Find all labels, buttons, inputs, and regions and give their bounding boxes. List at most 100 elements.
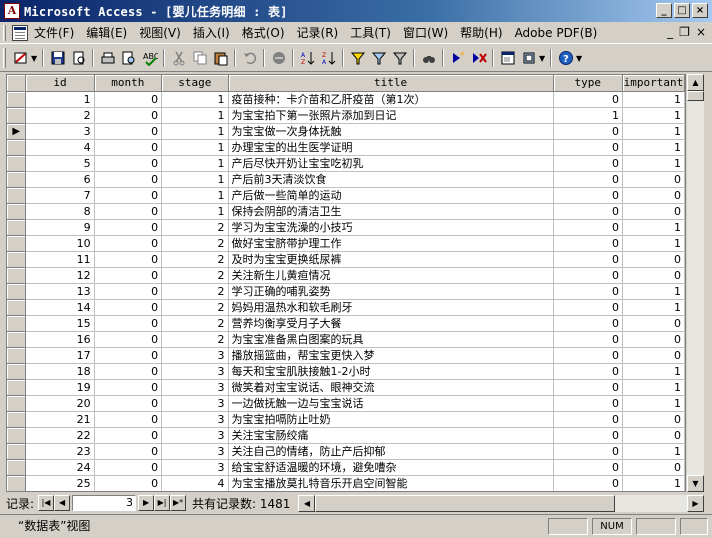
cell-important[interactable]: 0	[622, 411, 685, 428]
cell-important[interactable]: 1	[622, 91, 685, 108]
cell-id[interactable]: 6	[25, 171, 95, 188]
cell-type[interactable]: 0	[553, 139, 623, 156]
cell-stage[interactable]: 2	[161, 283, 229, 300]
cell-month[interactable]: 0	[94, 347, 163, 364]
cell-id[interactable]: 10	[25, 235, 95, 252]
cell-important[interactable]: 0	[622, 459, 685, 476]
record-selector[interactable]	[7, 443, 27, 460]
sort-descending-icon[interactable]: ZA	[318, 48, 339, 69]
cell-stage[interactable]: 2	[161, 331, 229, 348]
cell-stage[interactable]: 2	[161, 315, 229, 332]
cell-important[interactable]: 0	[622, 171, 685, 188]
spelling-icon[interactable]: ABC	[139, 48, 160, 69]
cell-stage[interactable]: 1	[161, 171, 229, 188]
cell-id[interactable]: 5	[25, 155, 95, 172]
new-record-icon[interactable]: *	[447, 48, 468, 69]
column-header-month[interactable]: month	[94, 75, 163, 92]
cell-type[interactable]: 0	[553, 187, 623, 204]
cell-title[interactable]: 产后做一些简单的运动	[228, 187, 554, 204]
sort-ascending-icon[interactable]: AZ	[297, 48, 318, 69]
table-row[interactable]: 25 0 4 为宝宝播放莫扎特音乐开启空间智能 0 1	[7, 475, 685, 491]
record-selector[interactable]	[7, 411, 27, 428]
table-row[interactable]: 16 0 2 为宝宝准备黑白图案的玩具 0 0	[7, 331, 685, 348]
cell-important[interactable]: 1	[622, 283, 685, 300]
table-row[interactable]: 17 0 3 播放摇篮曲，帮宝宝更快入梦 0 0	[7, 347, 685, 364]
toolbar-options-icon[interactable]: ▼	[576, 54, 584, 63]
table-row[interactable]: 2 0 1 为宝宝拍下第一张照片添加到日记 1 1	[7, 107, 685, 124]
scroll-up-icon[interactable]: ▲	[687, 74, 704, 91]
cell-month[interactable]: 0	[94, 123, 163, 140]
scroll-right-icon[interactable]: ▶	[687, 494, 704, 512]
cell-month[interactable]: 0	[94, 235, 163, 252]
cell-stage[interactable]: 1	[161, 123, 229, 140]
cell-type[interactable]: 0	[553, 251, 623, 268]
cell-type[interactable]: 0	[553, 379, 623, 396]
cell-stage[interactable]: 3	[161, 443, 229, 460]
cell-title[interactable]: 为宝宝拍下第一张照片添加到日记	[228, 107, 554, 124]
table-row[interactable]: 8 0 1 保持会阴部的清洁卫生 0 0	[7, 203, 685, 220]
record-selector[interactable]	[7, 379, 27, 396]
table-row[interactable]: 19 0 3 微笑着对宝宝说话、眼神交流 0 1	[7, 379, 685, 396]
cell-type[interactable]: 0	[553, 331, 623, 348]
cell-type[interactable]: 0	[553, 235, 623, 252]
cell-type[interactable]: 0	[553, 203, 623, 220]
table-row[interactable]: 4 0 1 办理宝宝的出生医学证明 0 1	[7, 139, 685, 156]
cell-title[interactable]: 为宝宝播放莫扎特音乐开启空间智能	[228, 475, 554, 491]
cell-type[interactable]: 0	[553, 267, 623, 284]
select-all-cell[interactable]	[7, 75, 27, 92]
menu-help[interactable]: 帮助(H)	[454, 24, 508, 42]
record-selector[interactable]	[7, 283, 27, 300]
table-row[interactable]: 10 0 2 做好宝宝脐带护理工作 0 1	[7, 235, 685, 252]
cell-title[interactable]: 一边做抚触一边与宝宝说话	[228, 395, 554, 412]
column-header-title[interactable]: title	[228, 75, 554, 92]
column-header-type[interactable]: type	[553, 75, 623, 92]
cell-important[interactable]: 1	[622, 299, 685, 316]
cell-stage[interactable]: 2	[161, 299, 229, 316]
record-selector[interactable]	[7, 299, 27, 316]
cell-id[interactable]: 7	[25, 187, 95, 204]
cell-month[interactable]: 0	[94, 251, 163, 268]
record-number-input[interactable]: 3	[72, 495, 137, 511]
cell-type[interactable]: 0	[553, 283, 623, 300]
insert-hyperlink-icon[interactable]	[268, 48, 289, 69]
vertical-scroll-thumb[interactable]	[687, 91, 704, 101]
cell-month[interactable]: 0	[94, 203, 163, 220]
copy-icon[interactable]	[189, 48, 210, 69]
table-row[interactable]: 13 0 2 学习正确的哺乳姿势 0 1	[7, 283, 685, 300]
cell-important[interactable]: 0	[622, 315, 685, 332]
cell-id[interactable]: 19	[25, 379, 95, 396]
undo-icon[interactable]	[239, 48, 260, 69]
doc-minimize-button[interactable]: _	[667, 25, 673, 39]
cell-stage[interactable]: 3	[161, 379, 229, 396]
table-row[interactable]: 20 0 3 一边做抚触一边与宝宝说话 0 1	[7, 395, 685, 412]
cell-month[interactable]: 0	[94, 171, 163, 188]
toolbar-grip[interactable]	[3, 48, 6, 68]
table-row[interactable]: 21 0 3 为宝宝拍嗝防止吐奶 0 0	[7, 411, 685, 428]
cell-important[interactable]: 0	[622, 203, 685, 220]
filter-by-form-icon[interactable]	[368, 48, 389, 69]
cell-important[interactable]: 0	[622, 187, 685, 204]
cell-important[interactable]: 1	[622, 475, 685, 491]
cell-month[interactable]: 0	[94, 267, 163, 284]
cell-month[interactable]: 0	[94, 443, 163, 460]
table-row[interactable]: 24 0 3 给宝宝舒适温暖的环境，避免嘈杂 0 0	[7, 459, 685, 476]
record-selector[interactable]	[7, 203, 27, 220]
cell-title[interactable]: 学习正确的哺乳姿势	[228, 283, 554, 300]
record-selector[interactable]	[7, 315, 27, 332]
cell-type[interactable]: 0	[553, 459, 623, 476]
table-row[interactable]: 5 0 1 产后尽快开奶让宝宝吃初乳 0 1	[7, 155, 685, 172]
cell-id[interactable]: 4	[25, 139, 95, 156]
menu-window[interactable]: 窗口(W)	[397, 24, 454, 42]
previous-record-button[interactable]: ◀	[54, 495, 71, 511]
cell-month[interactable]: 0	[94, 299, 163, 316]
menu-file[interactable]: 文件(F)	[28, 24, 80, 42]
menu-view[interactable]: 视图(V)	[133, 24, 187, 42]
cell-important[interactable]: 1	[622, 379, 685, 396]
cell-important[interactable]: 1	[622, 235, 685, 252]
doc-close-button[interactable]: ×	[696, 25, 706, 39]
filter-by-selection-icon[interactable]	[347, 48, 368, 69]
cell-month[interactable]: 0	[94, 219, 163, 236]
cell-type[interactable]: 1	[553, 107, 623, 124]
cell-id[interactable]: 23	[25, 443, 95, 460]
find-icon[interactable]	[418, 48, 439, 69]
